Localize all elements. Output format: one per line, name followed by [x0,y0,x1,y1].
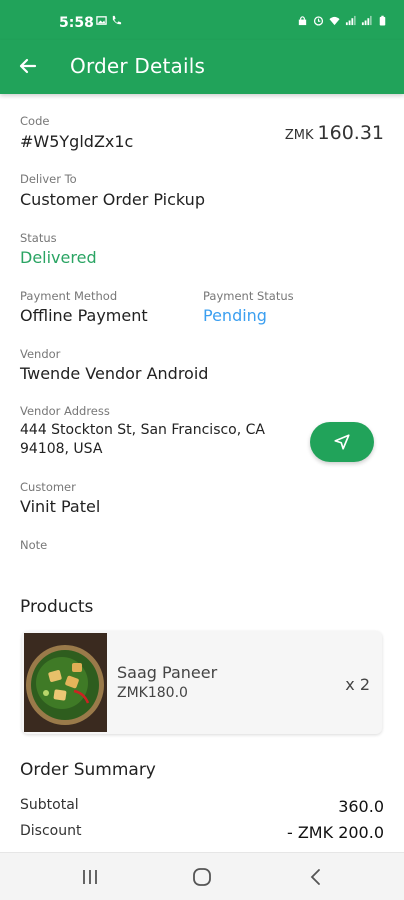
vendor-address-label: Vendor Address [20,404,110,418]
vendor-value: Twende Vendor Android [20,364,209,383]
app-bar: Order Details [0,40,404,94]
payment-method-label: Payment Method [20,289,118,303]
alarm-icon [313,16,324,26]
status-time: 5:58 [59,15,94,31]
payment-status-label: Payment Status [203,289,294,303]
product-card[interactable]: Saag Paneer ZMK180.0 x 2 [22,631,382,734]
customer-label: Customer [20,480,76,494]
page-title: Order Details [70,54,206,78]
product-name: Saag Paneer [117,663,218,682]
subtotal-row: Subtotal 360.0 [20,797,384,817]
status-bar: 5:58 [0,0,404,40]
vendor-address-line2: 94108, USA [20,441,103,457]
image-icon [96,16,107,25]
discount-value: - ZMK 200.0 [286,823,384,842]
order-details-content[interactable]: Code #W5YgldZx1c ZMK 160.31 Deliver To Cu… [0,94,404,852]
vendor-label: Vendor [20,347,61,361]
customer-value: Vinit Patel [20,497,101,516]
payment-method-value: Offline Payment [20,306,148,325]
signal-icon [345,15,356,26]
back-arrow-icon[interactable] [16,54,40,78]
vendor-address-line1: 444 Stockton St, San Francisco, CA [20,422,265,438]
status-icons-left [96,15,122,26]
deliver-to-value: Customer Order Pickup [20,190,205,209]
order-code: #W5YgldZx1c [20,132,134,151]
products-title: Products [20,597,94,617]
product-price: ZMK180.0 [117,685,188,701]
system-navigation-bar [0,852,404,900]
phone-icon [112,15,122,25]
lock-icon [298,16,307,26]
navigation-arrow-icon [334,434,350,450]
amount-value: 160.31 [317,122,384,144]
subtotal-label: Subtotal [20,797,79,813]
subtotal-value: 360.0 [338,797,384,816]
recent-apps-icon[interactable] [78,867,102,887]
status-label: Status [20,231,57,245]
navigate-button[interactable] [310,422,374,462]
code-label: Code [20,114,50,128]
signal-icon-2 [361,15,372,26]
status-value: Delivered [20,248,97,267]
product-image [24,633,107,732]
payment-status-value: Pending [203,306,267,325]
battery-icon [379,15,386,26]
product-quantity: x 2 [345,675,370,694]
note-label: Note [20,538,48,552]
back-icon[interactable] [304,867,328,887]
status-icons-right [297,15,388,26]
order-amount: ZMK 160.31 [285,122,384,144]
order-summary-title: Order Summary [20,760,156,780]
amount-currency: ZMK [284,128,314,143]
home-icon[interactable] [190,867,214,887]
discount-label: Discount [20,823,82,839]
deliver-to-label: Deliver To [20,172,77,186]
discount-row: Discount - ZMK 200.0 [20,823,384,843]
wifi-icon [329,16,340,26]
